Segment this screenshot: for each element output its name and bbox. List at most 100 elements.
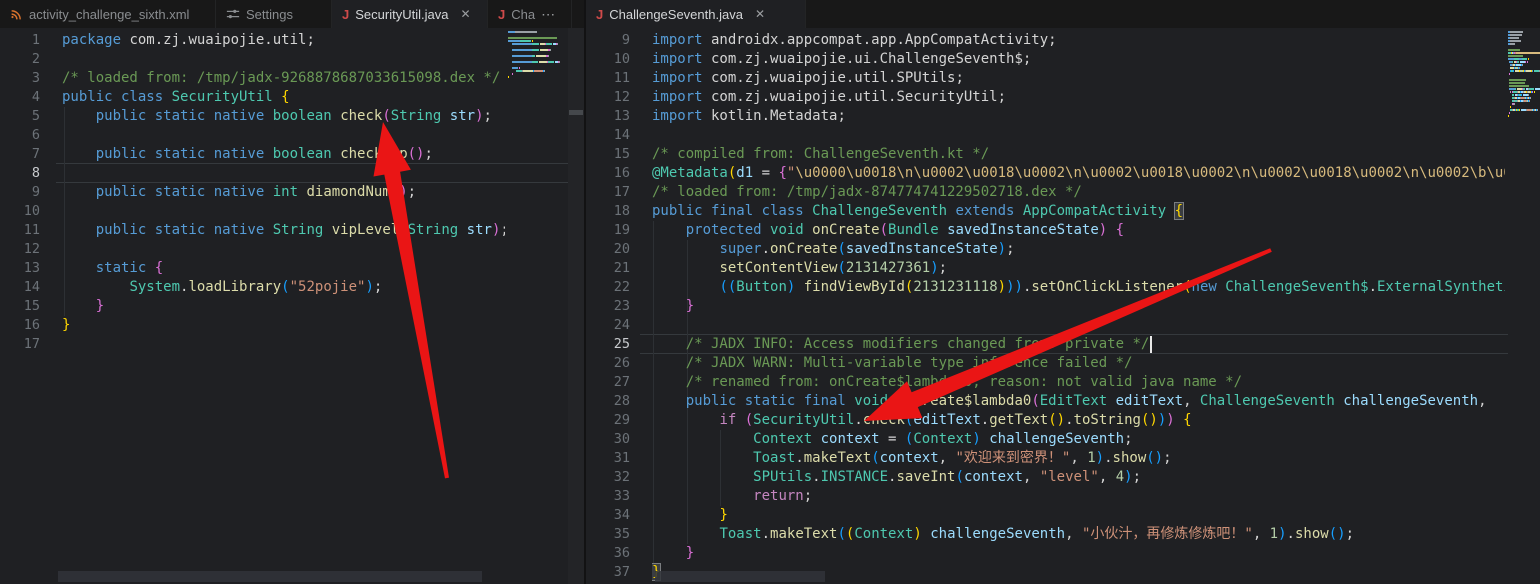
- line-number: 13: [23, 260, 40, 276]
- tab-bar-left: activity_challenge_sixth.xml Settings J …: [0, 0, 585, 28]
- code-line: Toast.makeText((Context) challengeSevent…: [719, 526, 1354, 542]
- line-number: 1: [31, 32, 40, 48]
- code-line: public static native boolean check(Strin…: [95, 108, 492, 124]
- line-number: 4: [31, 89, 40, 105]
- code-line: super.onCreate(savedInstanceState);: [719, 241, 1015, 257]
- tab-settings[interactable]: Settings: [216, 0, 332, 28]
- tab-bar-right: J ChallengeSeventh.java ✕: [586, 0, 1540, 28]
- line-number: 10: [613, 51, 630, 67]
- code-line: public static final void onCreate$lambda…: [685, 393, 1487, 409]
- code-editor-challengeseventh[interactable]: 9 import androidx.appcompat.app.AppCompat…: [586, 28, 1540, 584]
- line-number: 15: [23, 298, 40, 314]
- line-number: 25: [613, 336, 630, 352]
- code-line: }: [685, 545, 695, 561]
- line-number: 22: [613, 279, 630, 295]
- tab-activity-challenge-sixth-xml[interactable]: activity_challenge_sixth.xml: [0, 0, 216, 28]
- line-number: 11: [613, 70, 630, 86]
- line-number: 14: [613, 127, 630, 143]
- java-icon: J: [596, 6, 604, 22]
- settings-icon: [226, 7, 240, 21]
- code-line: import androidx.appcompat.app.AppCompatA…: [652, 32, 1057, 48]
- code-line: SPUtils.INSTANCE.saveInt(context, "level…: [753, 469, 1141, 485]
- code-line: /* JADX INFO: Access modifiers changed f…: [652, 335, 1505, 354]
- line-number: 18: [613, 203, 630, 219]
- code-line: }: [62, 317, 71, 333]
- vertical-scrollbar[interactable]: [568, 28, 584, 584]
- code-line: /* compiled from: ChallengeSeventh.kt */: [652, 146, 990, 162]
- line-number: 26: [613, 355, 630, 371]
- line-number: 19: [613, 222, 630, 238]
- code-line: }: [95, 298, 105, 314]
- line-number: 11: [23, 222, 40, 238]
- line-number: 36: [613, 545, 630, 561]
- tab-label: Cha: [511, 6, 536, 22]
- java-icon: J: [498, 6, 506, 22]
- line-number: 2: [31, 51, 40, 67]
- line-number: 3: [31, 70, 40, 86]
- code-line: System.loadLibrary("52pojie");: [129, 279, 383, 295]
- tab-cha-truncated[interactable]: J Cha ⋯: [488, 0, 572, 28]
- line-number: 15: [613, 146, 630, 162]
- line-number: 6: [31, 127, 40, 143]
- code-line: import com.zj.wuaipojie.ui.ChallengeSeve…: [652, 51, 1032, 67]
- code-line: public static native int diamondNum();: [95, 184, 417, 200]
- line-number: 10: [23, 203, 40, 219]
- line-number: 28: [613, 393, 630, 409]
- code-line: setContentView(2131427361);: [719, 260, 948, 276]
- line-number: 32: [613, 469, 630, 485]
- line-number: 30: [613, 431, 630, 447]
- line-number: 8: [31, 165, 40, 181]
- code-line: public static native String vipLevel(Str…: [95, 222, 505, 238]
- horizontal-scrollbar[interactable]: [58, 571, 482, 582]
- code-line: }: [719, 507, 728, 523]
- tab-securityutil-java[interactable]: J SecurityUtil.java ✕: [332, 0, 488, 28]
- code-line: return;: [753, 488, 813, 504]
- more-tabs-icon[interactable]: ⋯: [541, 6, 556, 23]
- code-line: @Metadata(d1 = {"\u0000\u0018\n\u0002\u0…: [652, 165, 1505, 181]
- text-cursor: [1150, 335, 1153, 353]
- editor-group-right: J ChallengeSeventh.java ✕ 9 import androi…: [586, 0, 1540, 584]
- code-line: public final class ChallengeSeventh exte…: [652, 202, 1185, 220]
- close-icon[interactable]: ✕: [755, 7, 765, 21]
- line-number: 16: [23, 317, 40, 333]
- code-line: static {: [95, 260, 164, 276]
- line-number: 34: [613, 507, 630, 523]
- line-number: 13: [613, 108, 630, 124]
- minimap[interactable]: [508, 31, 568, 82]
- line-number: 14: [23, 279, 40, 295]
- code-line: ((Button) findViewById(2131231118))).set…: [719, 279, 1505, 295]
- line-number: 27: [613, 374, 630, 390]
- line-number: 17: [23, 336, 40, 352]
- code-line: protected void onCreate(Bundle savedInst…: [685, 222, 1125, 238]
- horizontal-scrollbar[interactable]: [655, 571, 825, 582]
- code-line: public class SecurityUtil {: [62, 89, 290, 105]
- code-line: if (SecurityUtil.check(editText.getText(…: [719, 412, 1192, 428]
- code-line: /* renamed from: onCreate$lambda-0, reas…: [685, 374, 1243, 390]
- code-line: public static native boolean checkVip();: [95, 146, 433, 162]
- code-editor-securityutil[interactable]: 1 package com.zj.wuaipojie.util; 2 3 /* load…: [0, 28, 585, 584]
- tab-label: ChallengeSeventh.java: [609, 6, 743, 22]
- line-number: 35: [613, 526, 630, 542]
- close-icon[interactable]: ✕: [460, 7, 470, 21]
- code-line: Toast.makeText(context, "欢迎来到密界！", 1).sh…: [753, 450, 1172, 466]
- minimap[interactable]: [1508, 31, 1540, 118]
- java-icon: J: [342, 6, 350, 22]
- code-line: import kotlin.Metadata;: [652, 108, 846, 124]
- line-number: 12: [613, 89, 630, 105]
- scrollbar-marker: [569, 110, 583, 115]
- line-number: 33: [613, 488, 630, 504]
- line-number: 20: [613, 241, 630, 257]
- code-line: /* loaded from: /tmp/jadx-92688786870336…: [62, 70, 501, 86]
- tab-challengeseventh-java[interactable]: J ChallengeSeventh.java ✕: [586, 0, 806, 28]
- xml-icon: [10, 8, 23, 21]
- line-number: 37: [613, 564, 630, 580]
- code-line: /* JADX WARN: Multi-variable type infere…: [685, 355, 1133, 371]
- line-number: 21: [613, 260, 630, 276]
- vscode-window: activity_challenge_sixth.xml Settings J …: [0, 0, 1540, 584]
- line-number: 12: [23, 241, 40, 257]
- editor-group-left: activity_challenge_sixth.xml Settings J …: [0, 0, 585, 584]
